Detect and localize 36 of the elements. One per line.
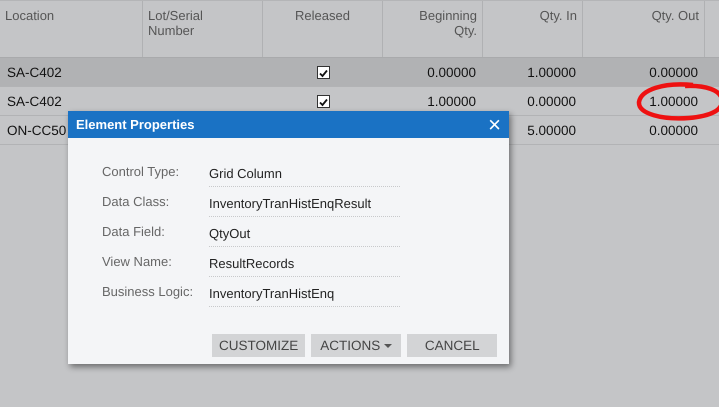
dialog-button[interactable]: CUSTOMIZE (212, 334, 306, 357)
table-cell: 0.00000 (427, 64, 476, 80)
checkbox[interactable] (316, 94, 330, 108)
checkbox[interactable] (316, 66, 330, 78)
property-value: QtyOut (209, 222, 400, 247)
column-header[interactable]: Location (5, 8, 54, 23)
dialog-button[interactable]: ACTIONS (311, 334, 402, 357)
table-cell: 5.00000 (527, 122, 576, 138)
property-value: InventoryTranHistEnq (209, 282, 400, 307)
property-label: Business Logic: (102, 283, 194, 301)
property-value: InventoryTranHistEnqResult (209, 192, 400, 217)
table-row[interactable]: SA-C402 0.00000 1.00000 0.00000 (0, 58, 719, 87)
column-header[interactable]: Qty. In (540, 8, 577, 23)
column-header[interactable]: Beginning Qty. (395, 8, 477, 38)
property-value: Grid Column (209, 162, 400, 187)
column-header[interactable]: Qty. Out (652, 8, 699, 23)
table-cell: ON-CC50 (7, 122, 66, 138)
table-cell: 0.00000 (527, 94, 576, 108)
table-cell: 0.00000 (649, 122, 698, 138)
close-button[interactable]: × (488, 114, 501, 134)
table-cell: 0.00000 (649, 64, 698, 80)
table-cell: SA-C402 (7, 64, 62, 80)
property-label: Control Type: (102, 163, 180, 181)
table-cell: 1.00000 (649, 94, 698, 108)
caret-icon (384, 344, 392, 348)
property-value: ResultRecords (209, 252, 400, 277)
table-cell: SA-C402 (7, 94, 62, 108)
dialog-button[interactable]: CANCEL (407, 334, 498, 357)
dialog-title: Element Properties (76, 117, 194, 132)
property-label: Data Field: (102, 223, 166, 241)
table-cell: 1.00000 (527, 64, 576, 80)
column-header[interactable]: Released (295, 8, 350, 23)
table-cell: 1.00000 (427, 94, 476, 108)
property-label: Data Class: (102, 193, 170, 211)
column-header[interactable]: Lot/Serial Number (148, 8, 230, 38)
property-label: View Name: (102, 253, 173, 271)
